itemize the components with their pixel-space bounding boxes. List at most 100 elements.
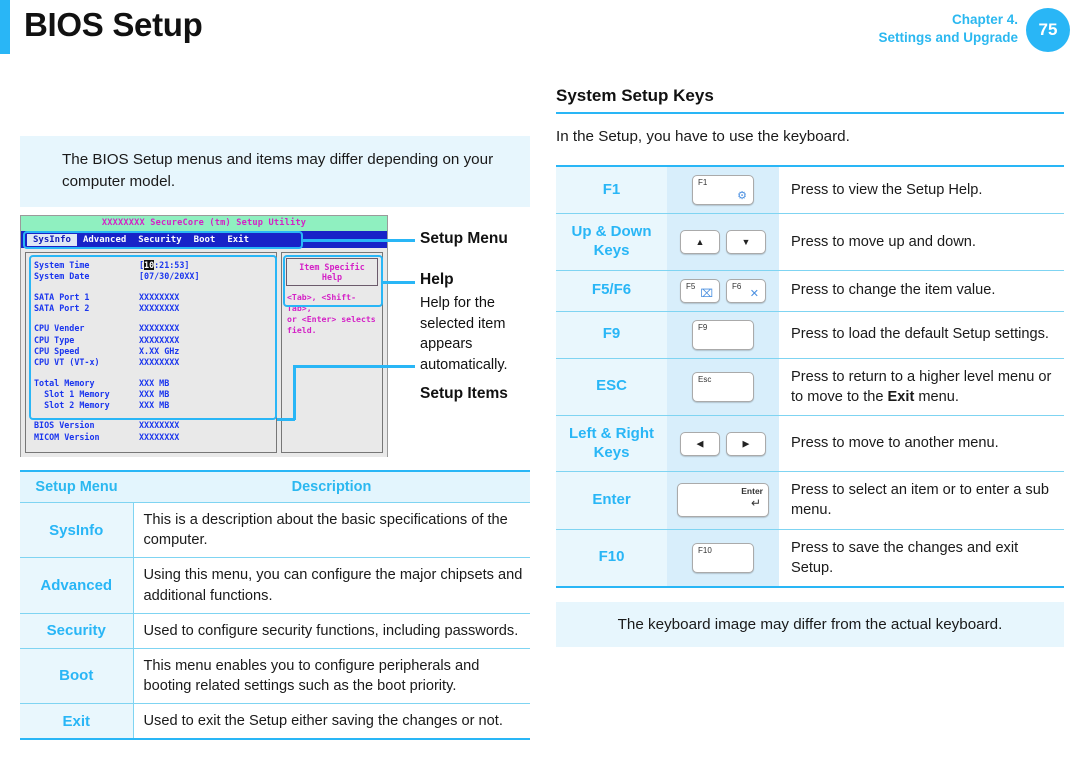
chapter-subtitle: Settings and Upgrade xyxy=(878,29,1018,45)
bios-item-value: XXXXXXXX xyxy=(139,420,180,431)
key-row: F10 F10 Press to save the changes and exit… xyxy=(556,529,1064,588)
menu-description-cell: This is a description about the basic sp… xyxy=(133,502,530,559)
arrow-down-icon: ▼ xyxy=(741,236,751,247)
arrow-up-icon: ▲ xyxy=(695,236,705,247)
touchpad-off-keycap[interactable]: F5 ⌧ xyxy=(680,278,720,303)
menu-description-cell: Used to configure security functions, in… xyxy=(133,613,530,649)
key-row: Up & Down Keys ▲ ▼ Press to move up and dow… xyxy=(556,213,1064,271)
keycap-label: F6 xyxy=(732,281,742,291)
leader-line-help xyxy=(383,281,415,284)
keycap-label: F1 xyxy=(698,178,708,187)
keycap-label: Enter xyxy=(741,486,763,497)
leader-line-items-seg2 xyxy=(293,365,296,421)
key-description-cell: Press to view the Setup Help. xyxy=(779,165,1064,214)
annotation-setup-menu: Setup Menu xyxy=(420,230,508,248)
page-title: BIOS Setup xyxy=(24,6,203,43)
key-name-cell: F9 xyxy=(556,311,667,359)
key-description-cell: Press to save the changes and exit Setup… xyxy=(779,529,1064,588)
keyboard-footnote: The keyboard image may differ from the a… xyxy=(556,601,1064,647)
page-number-badge: 75 xyxy=(1026,8,1070,52)
column-header-description: Description xyxy=(133,470,530,504)
keycap[interactable]: F10 xyxy=(692,542,754,573)
keycap-label: F9 xyxy=(698,322,708,332)
key-row: F5/F6 F5 ⌧ F6 ✕ Press to change the item valu… xyxy=(556,270,1064,312)
key-description-cell: Press to change the item value. xyxy=(779,270,1064,312)
key-image-cell: F1 ⚙ xyxy=(667,165,779,214)
arrow-down-keycap[interactable]: ▼ xyxy=(726,229,766,254)
header-accent-bar xyxy=(0,0,10,54)
menu-name-cell: Boot xyxy=(20,648,134,705)
key-name-cell: Left & Right Keys xyxy=(556,415,667,473)
key-name-cell: F5/F6 xyxy=(556,270,667,312)
arrow-left-icon: ◀ xyxy=(696,438,704,448)
menu-description-cell: Used to exit the Setup either saving the… xyxy=(133,703,530,741)
key-image-cell: F5 ⌧ F6 ✕ xyxy=(667,270,779,312)
touchpad-off-icon: ⌧ xyxy=(700,287,713,300)
key-image-cell: ◀ ▶ xyxy=(667,415,779,473)
menu-name-cell: Security xyxy=(20,613,134,649)
bios-item-value: XXXXXXXX xyxy=(139,431,180,442)
key-description-cell: Press to load the default Setup settings… xyxy=(779,311,1064,359)
keycap[interactable]: Esc xyxy=(692,371,754,402)
keycap[interactable]: F9 xyxy=(692,319,754,350)
page-root: BIOS Setup Chapter 4. Settings and Upgra… xyxy=(0,0,1080,766)
key-image-cell: Enter ↵ xyxy=(667,471,779,530)
right-column: System Setup Keys In the Setup, you have… xyxy=(556,86,1064,647)
callout-ring-setup-menu xyxy=(23,231,303,250)
bios-item-row[interactable]: BIOS Version XXXXXXXX xyxy=(34,420,268,431)
key-image-cell: F9 xyxy=(667,311,779,359)
arrow-up-keycap[interactable]: ▲ xyxy=(680,229,720,254)
bios-item-row[interactable]: MICOM Version XXXXXXXX xyxy=(34,432,268,443)
leader-line-setup-menu xyxy=(303,239,415,242)
key-row: F1 F1 ⚙ Press to view the Setup Help. xyxy=(556,165,1064,214)
key-image-cell: ▲ ▼ xyxy=(667,213,779,271)
section-rule xyxy=(556,112,1064,114)
column-header-setup-menu: Setup Menu xyxy=(20,470,133,504)
key-row: F9 F9 Press to load the default Setup sett… xyxy=(556,311,1064,359)
key-name-cell: Up & Down Keys xyxy=(556,213,667,271)
key-name-cell: F10 xyxy=(556,529,667,588)
annotation-help-desc: Help for the selected item appears autom… xyxy=(420,295,508,373)
table-row: Exit Used to exit the Setup either saving… xyxy=(20,703,530,741)
keycap-label: F5 xyxy=(686,281,696,291)
chapter-number: Chapter 4. xyxy=(951,12,1018,27)
arrow-right-keycap[interactable]: ▶ xyxy=(726,431,766,456)
mute-keycap[interactable]: F6 ✕ xyxy=(726,278,766,303)
keycap-label: F10 xyxy=(698,545,712,555)
key-description-cell: Press to select an item or to enter a su… xyxy=(779,471,1064,530)
leader-line-items-seg3 xyxy=(293,365,415,368)
key-description-emphasis: Exit xyxy=(887,388,915,405)
help-gear-icon: ⚙ xyxy=(737,190,747,202)
table-row: Boot This menu enables you to configure p… xyxy=(20,648,530,705)
table-row: Advanced Using this menu, you can configu… xyxy=(20,557,530,614)
bios-screenshot-figure: XXXXXXXX SecureCore (tm) Setup Utility S… xyxy=(20,215,530,460)
mute-icon: ✕ xyxy=(749,287,759,300)
key-description-cell: Press to move up and down. xyxy=(779,213,1064,271)
annotation-setup-items: Setup Items xyxy=(420,385,508,403)
chapter-label: Chapter 4. Settings and Upgrade xyxy=(878,11,1018,46)
key-row: Enter Enter ↵ Press to select an item or to… xyxy=(556,471,1064,530)
table-row: Security Used to configure security funct… xyxy=(20,613,530,649)
menu-name-cell: Exit xyxy=(20,703,134,741)
key-image-cell: F10 xyxy=(667,529,779,588)
annotation-help: Help xyxy=(420,271,454,289)
key-name-cell: F1 xyxy=(556,165,667,214)
menu-name-cell: SysInfo xyxy=(20,502,134,559)
key-row: Left & Right Keys ◀ ▶ Press to move to anot… xyxy=(556,415,1064,473)
section-lead-text: In the Setup, you have to use the keyboa… xyxy=(556,128,850,145)
menu-description-cell: Using this menu, you can configure the m… xyxy=(133,557,530,614)
system-setup-keys-table: F1 F1 ⚙ Press to view the Setup Help. Up & D… xyxy=(556,165,1064,588)
bios-item-label: BIOS Version xyxy=(34,420,95,431)
help-gear-keycap[interactable]: F1 ⚙ xyxy=(692,175,754,205)
table-header-row: Setup Menu Description xyxy=(20,470,530,504)
key-name-cell: ESC xyxy=(556,358,667,416)
callout-ring-setup-items xyxy=(29,255,277,421)
enter-return-keycap[interactable]: Enter ↵ xyxy=(677,483,769,518)
table-row: SysInfo This is a description about the b… xyxy=(20,502,530,559)
left-column: The BIOS Setup menus and items may diffe… xyxy=(20,136,530,741)
section-title-system-setup-keys: System Setup Keys xyxy=(556,86,714,105)
setup-menu-description-table: Setup Menu Description SysInfo This is a de… xyxy=(20,470,530,741)
arrow-left-keycap[interactable]: ◀ xyxy=(680,431,720,456)
key-image-cell: Esc xyxy=(667,358,779,416)
key-description-cell: Press to return to a higher level menu o… xyxy=(779,358,1064,416)
